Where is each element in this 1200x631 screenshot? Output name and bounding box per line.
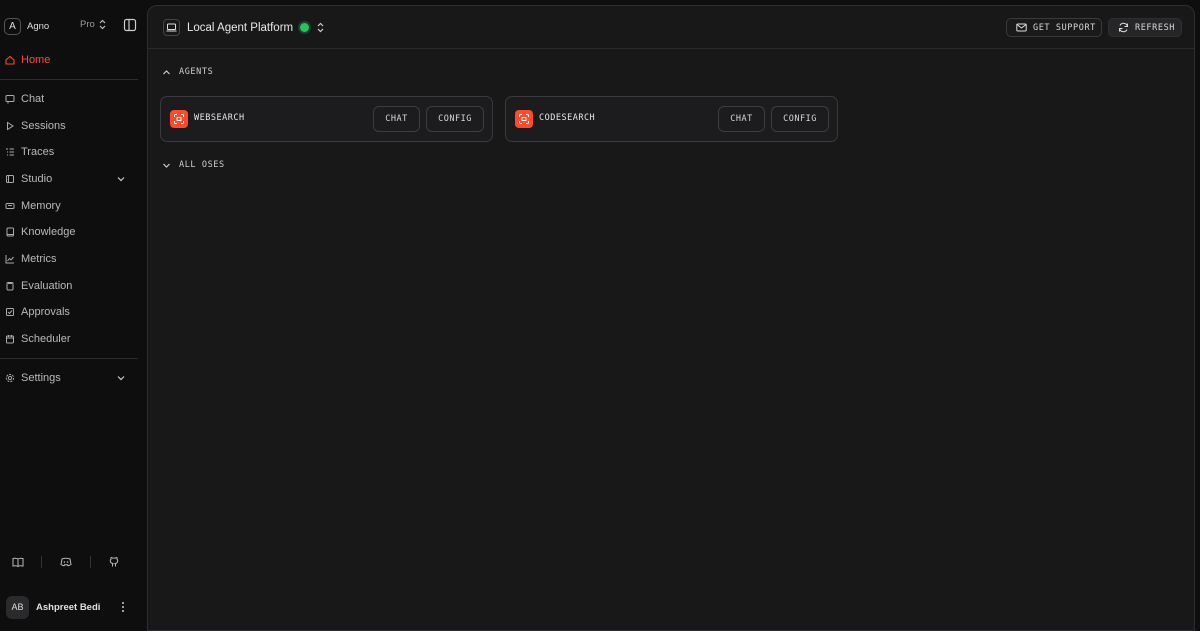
list-icon — [5, 147, 15, 157]
sidebar-item-metrics[interactable]: Metrics — [0, 249, 138, 269]
user-menu[interactable]: AB Ashpreet Bedi — [6, 595, 138, 619]
brand-name: Agno — [27, 20, 50, 32]
plan-label: Pro — [80, 19, 95, 30]
agent-card-codesearch: CODESEARCH CHAT CONFIG — [505, 96, 838, 142]
get-support-button[interactable]: GET SUPPORT — [1006, 18, 1102, 37]
sidebar-item-label: Metrics — [21, 253, 57, 265]
sidebar: A Agno Pro Home Chat Sessions Traces Stu… — [0, 0, 147, 631]
top-bar: Local Agent Platform GET SUPPORT REFRESH — [148, 6, 1194, 49]
sidebar-divider — [0, 79, 138, 80]
sidebar-item-home[interactable]: Home — [0, 50, 138, 70]
github-icon[interactable] — [108, 556, 120, 568]
agent-config-button[interactable]: CONFIG — [771, 106, 829, 132]
memory-icon — [5, 201, 15, 211]
agent-icon — [170, 110, 188, 128]
chart-icon — [5, 254, 15, 264]
sidebar-item-label: Knowledge — [21, 226, 76, 238]
gear-icon — [5, 373, 15, 383]
clipboard-icon — [5, 281, 15, 291]
sidebar-item-label: Memory — [21, 200, 61, 212]
sidebar-item-label: Scheduler — [21, 333, 71, 345]
sidebar-item-approvals[interactable]: Approvals — [0, 302, 138, 322]
sidebar-toggle-icon[interactable] — [123, 18, 137, 32]
home-icon — [5, 55, 15, 65]
footer-separator — [90, 556, 91, 568]
agents-section-title: AGENTS — [179, 67, 214, 77]
refresh-button[interactable]: REFRESH — [1108, 18, 1182, 37]
sidebar-item-label: Sessions — [21, 120, 66, 132]
studio-icon — [5, 174, 15, 184]
avatar: AB — [6, 595, 29, 619]
user-name: Ashpreet Bedi — [36, 601, 101, 613]
calendar-icon — [5, 334, 15, 344]
agent-name: CODESEARCH — [539, 113, 596, 123]
agents-section-toggle[interactable]: AGENTS — [162, 65, 213, 79]
discord-icon[interactable] — [60, 556, 72, 568]
footer-separator — [41, 556, 42, 568]
sidebar-item-label: Approvals — [21, 306, 70, 318]
sidebar-divider — [0, 358, 138, 359]
agent-chat-button[interactable]: CHAT — [373, 106, 420, 132]
sidebar-item-knowledge[interactable]: Knowledge — [0, 222, 138, 242]
sidebar-item-evaluation[interactable]: Evaluation — [0, 276, 138, 296]
sidebar-item-label: Chat — [21, 93, 45, 105]
chevron-down-icon — [117, 376, 125, 381]
sidebar-item-memory[interactable]: Memory — [0, 196, 138, 216]
laptop-icon — [163, 19, 180, 36]
all-oses-section-title: ALL OSES — [179, 160, 225, 170]
sidebar-item-chat[interactable]: Chat — [0, 89, 138, 109]
chat-icon — [5, 94, 15, 104]
agent-name: WEBSEARCH — [194, 113, 245, 123]
sidebar-item-label: Traces — [21, 146, 55, 158]
main-panel: Local Agent Platform GET SUPPORT REFRESH… — [147, 5, 1195, 631]
check-square-icon — [5, 307, 15, 317]
play-icon — [5, 121, 15, 131]
agent-icon — [515, 110, 533, 128]
status-indicator — [300, 23, 310, 32]
sidebar-item-studio[interactable]: Studio — [0, 169, 138, 189]
sidebar-item-label: Evaluation — [21, 280, 73, 292]
os-name: Local Agent Platform — [187, 21, 294, 34]
sidebar-item-traces[interactable]: Traces — [0, 142, 138, 162]
more-vertical-icon[interactable] — [118, 601, 128, 613]
refresh-icon — [1118, 22, 1129, 33]
sidebar-item-label: Settings — [21, 372, 61, 384]
os-switcher[interactable]: Local Agent Platform — [163, 18, 325, 37]
sidebar-item-scheduler[interactable]: Scheduler — [0, 329, 138, 349]
chevron-updown-icon — [317, 22, 324, 33]
workspace-switcher[interactable]: A Agno Pro — [4, 17, 142, 35]
mail-icon — [1016, 22, 1027, 33]
sidebar-item-label: Home — [21, 54, 51, 66]
agent-config-button[interactable]: CONFIG — [426, 106, 484, 132]
agent-chat-button[interactable]: CHAT — [718, 106, 765, 132]
sidebar-item-label: Studio — [21, 173, 53, 185]
sidebar-footer-links — [0, 553, 138, 571]
book-icon — [5, 227, 15, 237]
agent-card-websearch: WEBSEARCH CHAT CONFIG — [160, 96, 493, 142]
chevron-down-icon — [163, 163, 170, 168]
refresh-label: REFRESH — [1135, 22, 1176, 33]
all-oses-section-toggle[interactable]: ALL OSES — [162, 158, 225, 172]
chevron-down-icon — [117, 177, 125, 182]
chevron-updown-icon — [99, 19, 106, 30]
get-support-label: GET SUPPORT — [1033, 22, 1096, 33]
docs-icon[interactable] — [12, 556, 24, 568]
sidebar-item-settings[interactable]: Settings — [0, 368, 138, 388]
sidebar-item-sessions[interactable]: Sessions — [0, 116, 138, 136]
brand-logo: A — [4, 17, 21, 35]
plan-selector[interactable]: Pro — [80, 19, 107, 30]
chevron-up-icon — [163, 69, 170, 74]
